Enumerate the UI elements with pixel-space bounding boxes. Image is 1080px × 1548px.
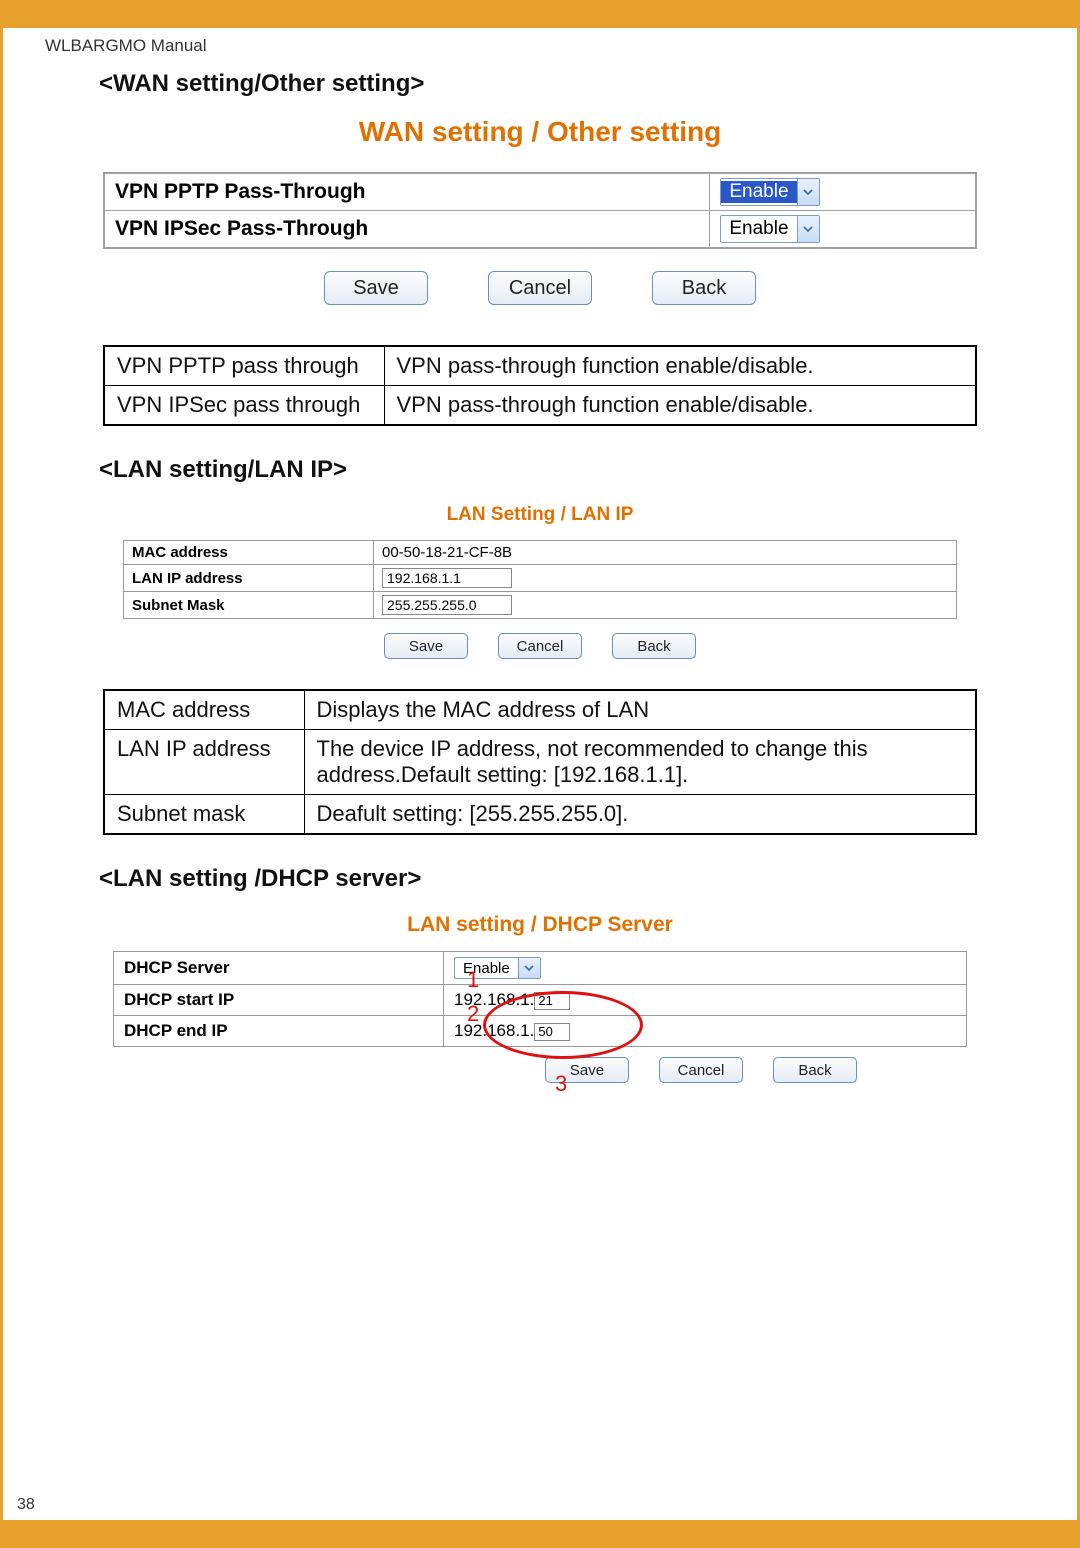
lan-row-value-cell: 255.255.255.0 (374, 592, 957, 619)
section-title-dhcp: <LAN setting /DHCP server> (99, 865, 1037, 893)
desc-val: The device IP address, not recommended t… (304, 730, 976, 795)
dhcp-end-ip-input[interactable]: 50 (534, 1023, 570, 1041)
dhcp-row-value-cell: 192.168.1.21 (444, 985, 967, 1016)
page-number: 38 (17, 1496, 35, 1514)
dhcp-row-label: DHCP start IP (114, 985, 444, 1016)
wan-row-value-cell: Enable (710, 211, 976, 249)
desc-key: VPN IPSec pass through (104, 386, 384, 426)
desc-key: VPN PPTP pass through (104, 346, 384, 386)
desc-val: Deafult setting: [255.255.255.0]. (304, 795, 976, 835)
lanip-table: MAC address 00-50-18-21-CF-8B LAN IP add… (123, 540, 957, 619)
chevron-down-icon (518, 958, 540, 978)
lan-row-value-cell: 192.168.1.1 (374, 565, 957, 592)
annotation-2: 2 (467, 1001, 479, 1027)
lan-row-label: LAN IP address (124, 565, 374, 592)
dhcp-row-label: DHCP Server (114, 952, 444, 985)
lan-row-value: 00-50-18-21-CF-8B (374, 541, 957, 565)
dhcp-button-row: Save Cancel Back (113, 1057, 967, 1083)
back-button[interactable]: Back (773, 1057, 857, 1083)
manual-header: WLBARGMO Manual (45, 36, 1037, 56)
select-value: Enable (721, 218, 796, 240)
annotation-1: 1 (467, 967, 479, 993)
lan-row-label: MAC address (124, 541, 374, 565)
wan-row-value-cell: Enable (710, 173, 976, 211)
lanip-description-table: MAC addressDisplays the MAC address of L… (103, 689, 977, 835)
chevron-down-icon (797, 179, 819, 205)
lan-row-label: Subnet Mask (124, 592, 374, 619)
desc-key: LAN IP address (104, 730, 304, 795)
wan-description-table: VPN PPTP pass throughVPN pass-through fu… (103, 345, 977, 426)
save-button[interactable]: Save (384, 633, 468, 659)
dhcp-row-value-cell: Enable (444, 952, 967, 985)
vpn-ipsec-select[interactable]: Enable (720, 215, 819, 243)
dhcp-shot-title: LAN setting / DHCP Server (113, 913, 967, 937)
cancel-button[interactable]: Cancel (659, 1057, 743, 1083)
select-value: Enable (455, 960, 518, 977)
wan-screenshot: WAN setting / Other setting VPN PPTP Pas… (103, 116, 977, 305)
annotation-3: 3 (555, 1071, 567, 1097)
back-button[interactable]: Back (612, 633, 696, 659)
lanip-button-row: Save Cancel Back (123, 633, 957, 659)
back-button[interactable]: Back (652, 271, 756, 305)
save-button[interactable]: Save (324, 271, 428, 305)
lanip-shot-title: LAN Setting / LAN IP (123, 504, 957, 526)
lanip-screenshot: LAN Setting / LAN IP MAC address 00-50-1… (123, 504, 957, 659)
wan-settings-table: VPN PPTP Pass-Through Enable VPN IPSec P… (103, 172, 977, 249)
wan-row-label: VPN IPSec Pass-Through (104, 211, 710, 249)
dhcp-screenshot: LAN setting / DHCP Server DHCP Server En… (113, 913, 967, 1083)
dhcp-start-ip-input[interactable]: 21 (534, 992, 570, 1010)
wan-row-label: VPN PPTP Pass-Through (104, 173, 710, 211)
desc-val: VPN pass-through function enable/disable… (384, 346, 976, 386)
subnet-mask-input[interactable]: 255.255.255.0 (382, 595, 512, 615)
dhcp-table: DHCP Server Enable DHCP start IP 192.168… (113, 951, 967, 1047)
select-value: Enable (721, 181, 796, 203)
desc-key: MAC address (104, 690, 304, 730)
desc-val: Displays the MAC address of LAN (304, 690, 976, 730)
section-title-lanip: <LAN setting/LAN IP> (99, 456, 1037, 484)
chevron-down-icon (797, 216, 819, 242)
vpn-pptp-select[interactable]: Enable (720, 178, 819, 206)
desc-key: Subnet mask (104, 795, 304, 835)
lan-ip-input[interactable]: 192.168.1.1 (382, 568, 512, 588)
section-title-wan: <WAN setting/Other setting> (99, 70, 1037, 98)
dhcp-row-label: DHCP end IP (114, 1016, 444, 1047)
cancel-button[interactable]: Cancel (488, 271, 592, 305)
cancel-button[interactable]: Cancel (498, 633, 582, 659)
desc-val: VPN pass-through function enable/disable… (384, 386, 976, 426)
wan-button-row: Save Cancel Back (103, 271, 977, 305)
dhcp-row-value-cell: 192.168.1.50 (444, 1016, 967, 1047)
wan-shot-title: WAN setting / Other setting (103, 116, 977, 148)
